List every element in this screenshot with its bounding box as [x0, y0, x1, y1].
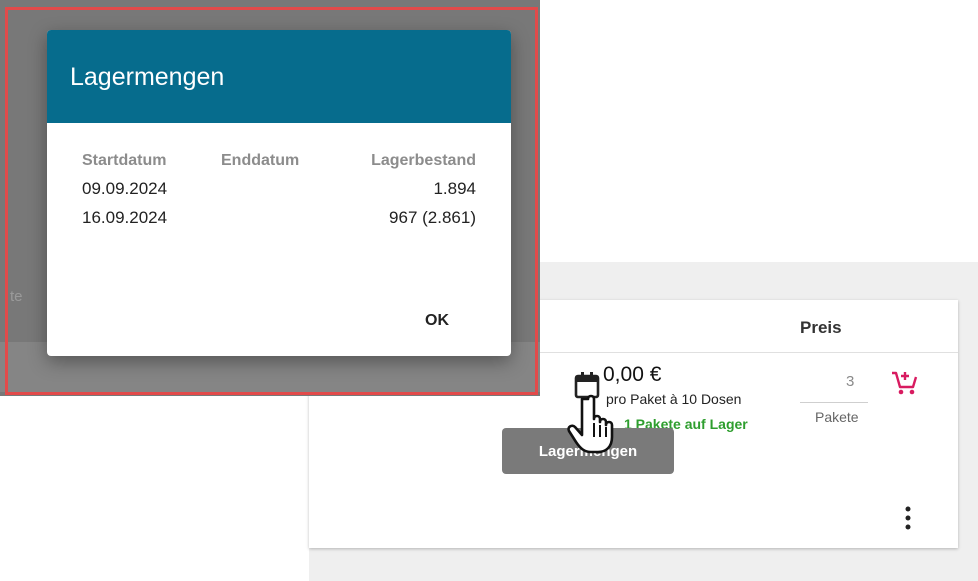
quantity-input-underline	[800, 402, 868, 403]
more-vert-icon[interactable]	[898, 505, 918, 531]
hand-pointer-cursor	[567, 394, 614, 454]
quantity-unit-label: Pakete	[815, 409, 859, 425]
price-column-header: Preis	[800, 318, 842, 337]
add-to-cart-icon[interactable]	[889, 369, 919, 397]
quantity-input[interactable]: 3	[846, 373, 854, 390]
price-value: 0,00 €	[603, 363, 662, 386]
highlight-outline	[5, 7, 538, 395]
price-unit-description: pro Paket à 10 Dosen	[606, 391, 742, 407]
